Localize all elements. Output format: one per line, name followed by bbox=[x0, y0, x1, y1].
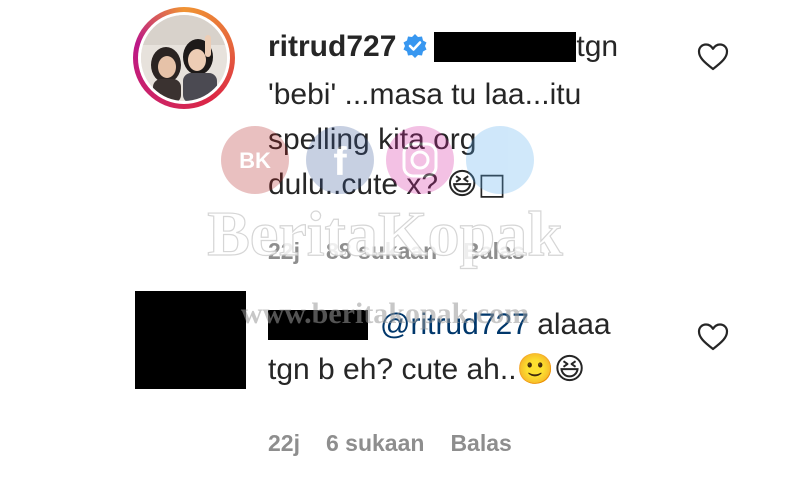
like-heart-icon[interactable] bbox=[696, 40, 730, 74]
commenter-avatar-ring[interactable] bbox=[133, 7, 235, 109]
reply-line-1: @ritrud727 alaaa bbox=[268, 302, 668, 347]
comment-body: ritrud727 tgn 'bebi' ...masa tu laa...itu… bbox=[268, 24, 658, 207]
redacted-mention bbox=[434, 32, 577, 62]
watermark-logo-text: BK bbox=[239, 148, 271, 173]
comment-reply-button[interactable]: Balas bbox=[463, 238, 524, 264]
comment-time: 22j bbox=[268, 238, 300, 264]
reply-reply-button[interactable]: Balas bbox=[450, 430, 511, 456]
avatar-image bbox=[141, 15, 227, 101]
reply-line-2-text: tgn b eh? cute ah.. bbox=[268, 353, 517, 386]
reply-body: @ritrud727 alaaa tgn b eh? cute ah..🙂😆 bbox=[268, 302, 668, 392]
commenter-username[interactable]: ritrud727 bbox=[268, 30, 396, 63]
commenter-avatar-photo bbox=[141, 15, 227, 101]
comment-line-3: spelling kita org bbox=[268, 123, 477, 156]
reply-like-heart-icon[interactable] bbox=[696, 320, 730, 354]
reply-mention[interactable]: @ritrud727 bbox=[380, 308, 529, 341]
comment-meta-row: 22j 88 sukaan Balas bbox=[268, 238, 551, 265]
redacted-reply-username bbox=[268, 310, 368, 340]
reply-line-1-tail: alaaa bbox=[528, 308, 611, 341]
reply-avatar-redacted bbox=[135, 291, 246, 389]
comment-line-4: dulu..cute x? 😆□ bbox=[268, 162, 658, 207]
comment-line-1: ritrud727 tgn bbox=[268, 24, 658, 72]
comment-line-1-tail: tgn bbox=[576, 30, 619, 63]
reply-meta-row: 22j 6 sukaan Balas bbox=[268, 430, 538, 457]
reply-line-2: tgn b eh? cute ah..🙂😆 bbox=[268, 347, 668, 392]
reply-time: 22j bbox=[268, 430, 300, 456]
verified-badge-icon bbox=[402, 27, 428, 72]
comment-likes[interactable]: 88 sukaan bbox=[326, 238, 437, 264]
commenter-avatar-frame bbox=[138, 12, 230, 104]
comment-emoji: 😆□ bbox=[446, 167, 507, 202]
reply-likes[interactable]: 6 sukaan bbox=[326, 430, 424, 456]
comment-line-4-text: dulu..cute x? bbox=[268, 168, 447, 201]
reply-emoji: 🙂😆 bbox=[516, 352, 586, 387]
comment-line-2: 'bebi' ...masa tu laa...itu bbox=[268, 78, 582, 111]
